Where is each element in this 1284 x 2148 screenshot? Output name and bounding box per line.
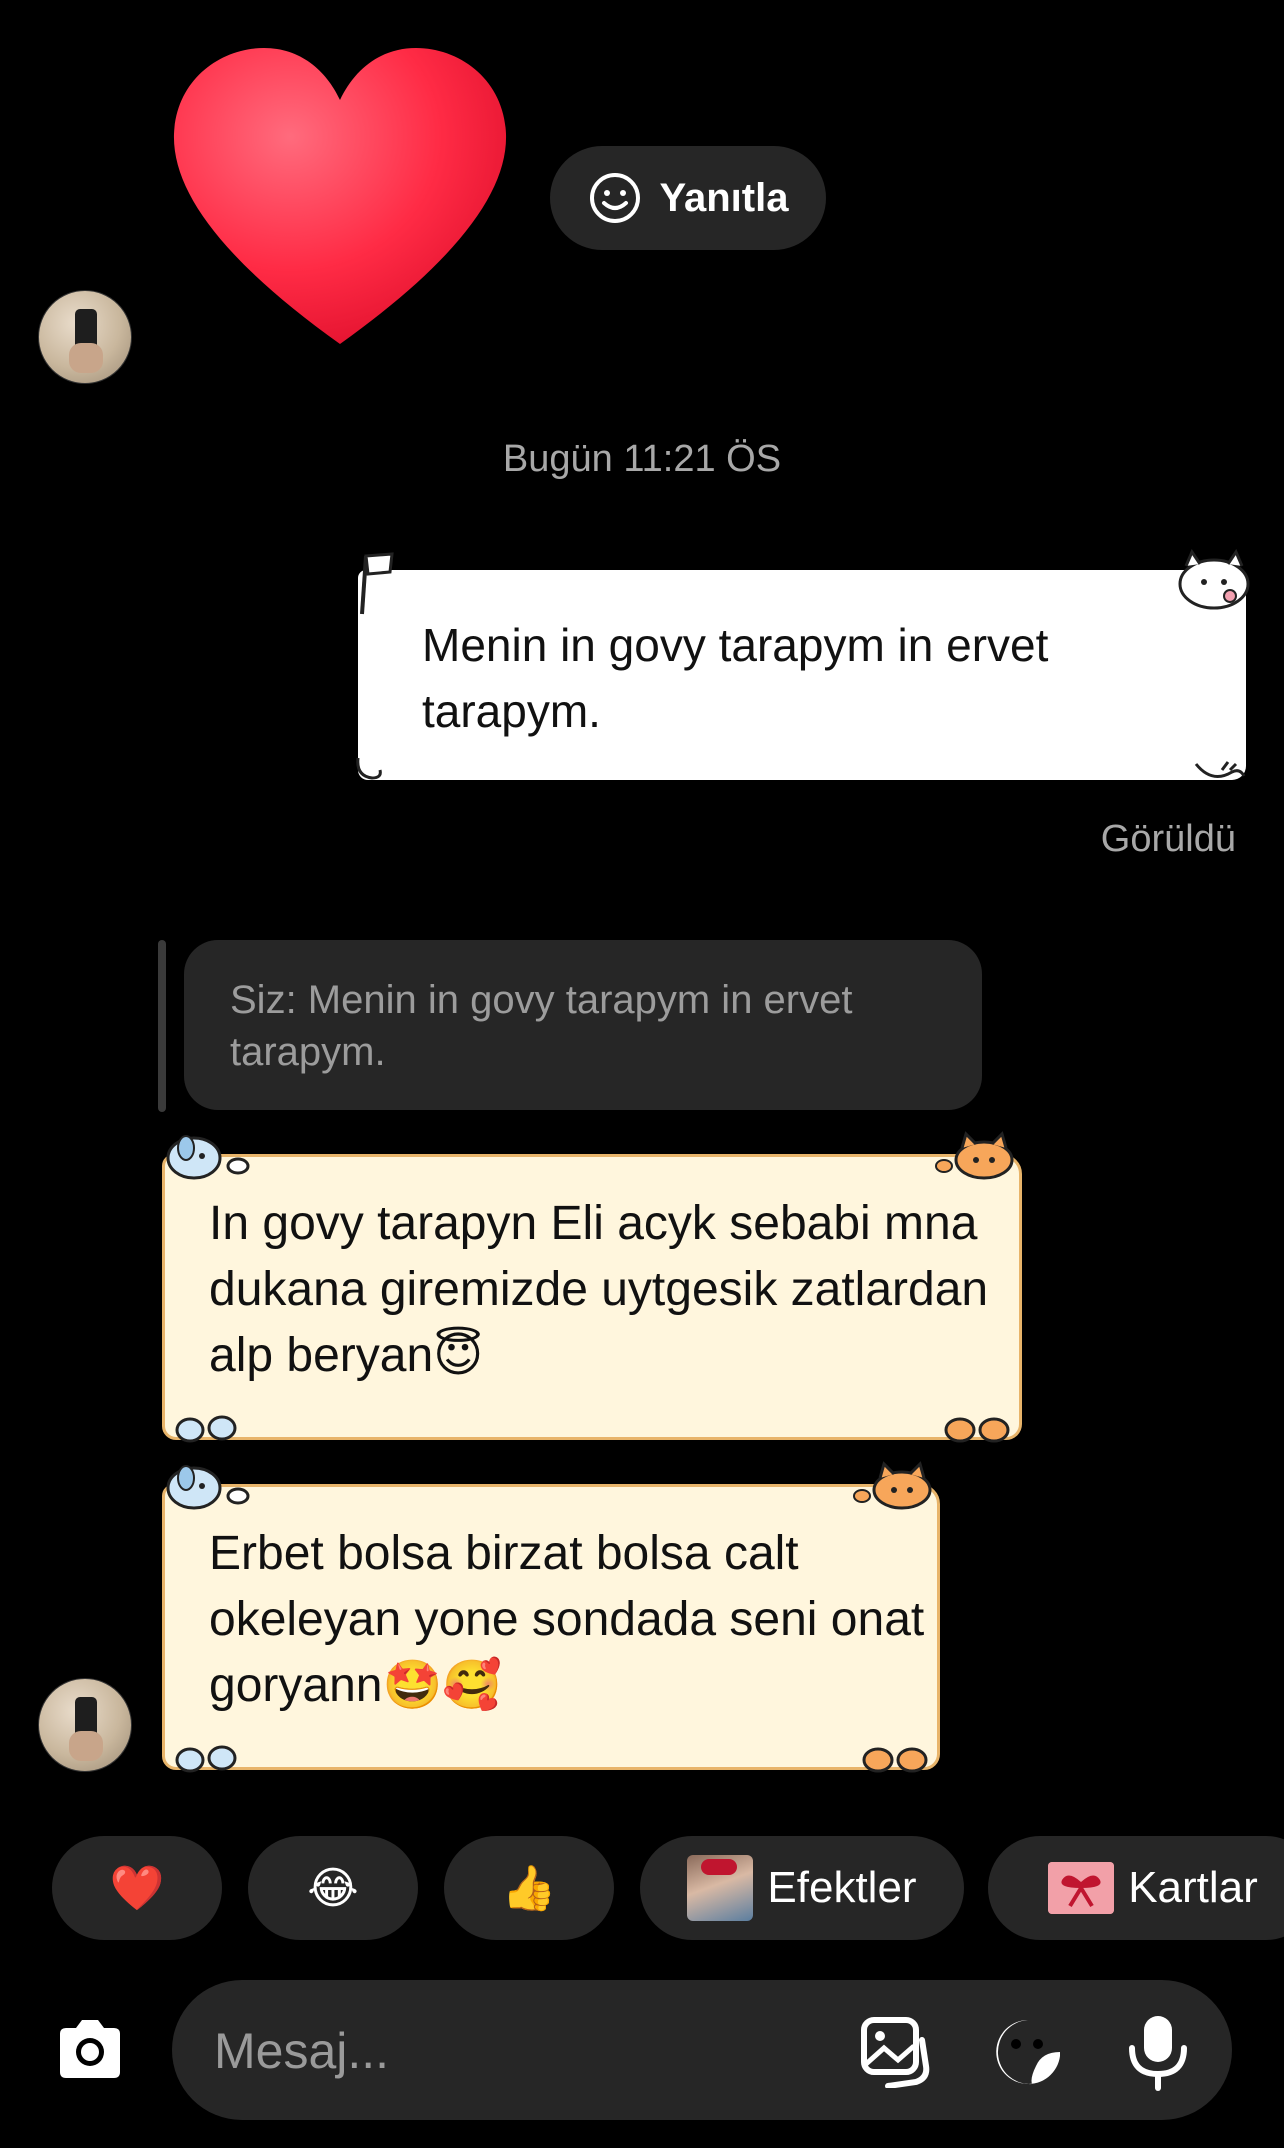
paw-icon: [944, 1417, 1010, 1443]
cards-button[interactable]: Kartlar: [988, 1836, 1284, 1940]
heart-emoji-icon: ❤️: [109, 1864, 165, 1913]
message-input[interactable]: [212, 2010, 816, 2092]
quoted-reply-text: Siz: Menin in govy tarapym in ervet tara…: [230, 978, 853, 1074]
outgoing-message-bubble[interactable]: Menin in govy tarapym in ervet tarapym.: [358, 570, 1246, 780]
seen-status: Görüldü: [1100, 818, 1236, 860]
effects-button[interactable]: Efektler: [640, 1836, 964, 1940]
quick-reaction-thumbs-up[interactable]: 👍: [444, 1836, 614, 1940]
heart-reaction-icon: [173, 48, 507, 344]
cat-sticker-icon: [853, 1461, 932, 1510]
cat-sticker-icon: [1178, 548, 1250, 610]
flag-sticker-icon: [360, 552, 394, 615]
microphone-icon[interactable]: [1124, 2012, 1192, 2092]
dog-sticker-icon: [166, 1135, 250, 1180]
incoming-message-text: Erbet bolsa birzat bolsa calt okeleyan y…: [209, 1527, 925, 1712]
effects-thumbnail-icon: [687, 1855, 754, 1921]
thumbs-up-emoji-icon: 👍: [501, 1864, 557, 1913]
sticker-icon[interactable]: [992, 2016, 1066, 2088]
gallery-icon[interactable]: [858, 2016, 932, 2088]
avatar[interactable]: [38, 1678, 132, 1772]
message-composer: [172, 1980, 1232, 2120]
message-timestamp: Bugün 11:21 ÖS: [502, 438, 782, 480]
incoming-message-text: In govy tarapyn Eli acyk sebabi mna duka…: [209, 1197, 989, 1382]
doodle-icon: [356, 757, 382, 780]
gift-card-icon: [1048, 1862, 1115, 1914]
doodle-icon: [1194, 761, 1246, 778]
incoming-message-bubble[interactable]: In govy tarapyn Eli acyk sebabi mna duka…: [162, 1154, 1022, 1440]
quote-bar: [158, 940, 166, 1112]
cat-sticker-icon: [935, 1131, 1014, 1180]
paw-icon: [862, 1747, 928, 1773]
cards-label: Kartlar: [1128, 1863, 1258, 1912]
quick-reaction-laugh[interactable]: 😂: [248, 1836, 418, 1940]
paw-icon: [175, 1415, 237, 1443]
dog-sticker-icon: [166, 1465, 250, 1510]
avatar[interactable]: [38, 290, 132, 384]
reply-button[interactable]: Yanıtla: [550, 146, 826, 250]
effects-label: Efektler: [767, 1863, 917, 1912]
quoted-reply[interactable]: Siz: Menin in govy tarapym in ervet tara…: [184, 940, 982, 1110]
incoming-message-bubble[interactable]: Erbet bolsa birzat bolsa calt okeleyan y…: [162, 1484, 940, 1770]
laugh-emoji-icon: 😂: [307, 1863, 359, 1913]
outgoing-message-text: Menin in govy tarapym in ervet tarapym.: [422, 619, 1049, 737]
smiley-icon: [589, 173, 640, 223]
camera-icon[interactable]: [52, 2012, 128, 2088]
paw-icon: [175, 1745, 237, 1773]
quick-reaction-heart[interactable]: ❤️: [52, 1836, 222, 1940]
reply-label: Yanıtla: [659, 175, 789, 220]
